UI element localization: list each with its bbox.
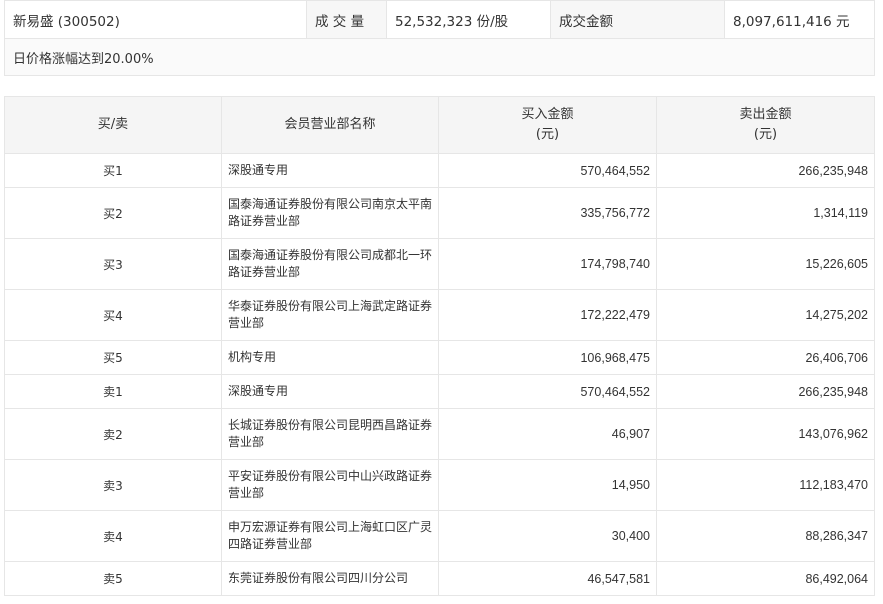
broker-name-cell: 国泰海通证券股份有限公司成都北一环路证券营业部 [221, 238, 439, 290]
broker-name-cell: 深股通专用 [221, 374, 439, 409]
broker-name-cell: 东莞证券股份有限公司四川分公司 [221, 561, 439, 596]
sell-amount-cell: 266,235,948 [656, 153, 875, 188]
broker-name-cell: 平安证券股份有限公司中山兴政路证券营业部 [221, 459, 439, 511]
sell-amount-header: 卖出金额 (元) [656, 96, 875, 154]
sell-amount-cell: 15,226,605 [656, 238, 875, 290]
table-row: 卖3 平安证券股份有限公司中山兴政路证券营业部 14,950 112,183,4… [4, 459, 875, 511]
table-row: 买2 国泰海通证券股份有限公司南京太平南路证券营业部 335,756,772 1… [4, 187, 875, 239]
table-row: 卖4 申万宏源证券有限公司上海虹口区广灵四路证券营业部 30,400 88,28… [4, 510, 875, 562]
summary-row: 新易盛 (300502) 成 交 量 52,532,323 份/股 成交金额 8… [4, 0, 875, 39]
side-cell: 买2 [4, 187, 222, 239]
side-cell: 买3 [4, 238, 222, 290]
sell-amount-header-unit: (元) [753, 127, 778, 142]
buy-amount-cell: 46,547,581 [438, 561, 657, 596]
traders-header-row: 买/卖 会员营业部名称 买入金额 (元) 卖出金额 (元) [4, 96, 875, 154]
volume-value: 52,532,323 份/股 [386, 0, 551, 39]
side-cell: 卖4 [4, 510, 222, 562]
side-header: 买/卖 [4, 96, 222, 154]
broker-name-cell: 长城证券股份有限公司昆明西昌路证券营业部 [221, 408, 439, 460]
side-cell: 卖1 [4, 374, 222, 409]
side-cell: 卖3 [4, 459, 222, 511]
buy-amount-cell: 335,756,772 [438, 187, 657, 239]
price-change-note: 日价格涨幅达到20.00% [4, 38, 875, 76]
broker-name-cell: 机构专用 [221, 340, 439, 375]
buy-amount-cell: 30,400 [438, 510, 657, 562]
buy-amount-header-unit: (元) [535, 127, 560, 142]
table-row: 买1 深股通专用 570,464,552 266,235,948 [4, 153, 875, 188]
stock-name: 新易盛 (300502) [4, 0, 307, 39]
side-cell: 买5 [4, 340, 222, 375]
sell-amount-cell: 112,183,470 [656, 459, 875, 511]
table-row: 卖5 东莞证券股份有限公司四川分公司 46,547,581 86,492,064 [4, 561, 875, 596]
sell-amount-header-label: 卖出金额 [739, 107, 792, 122]
broker-name-cell: 深股通专用 [221, 153, 439, 188]
stock-summary-table: 新易盛 (300502) 成 交 量 52,532,323 份/股 成交金额 8… [4, 0, 875, 76]
table-row: 买5 机构专用 106,968,475 26,406,706 [4, 340, 875, 375]
buy-amount-cell: 570,464,552 [438, 374, 657, 409]
buy-amount-cell: 14,950 [438, 459, 657, 511]
side-cell: 卖5 [4, 561, 222, 596]
side-cell: 买1 [4, 153, 222, 188]
table-row: 卖2 长城证券股份有限公司昆明西昌路证券营业部 46,907 143,076,9… [4, 408, 875, 460]
table-row: 卖1 深股通专用 570,464,552 266,235,948 [4, 374, 875, 409]
sell-amount-cell: 26,406,706 [656, 340, 875, 375]
broker-name-cell: 华泰证券股份有限公司上海武定路证券营业部 [221, 289, 439, 341]
buy-amount-cell: 172,222,479 [438, 289, 657, 341]
sell-amount-cell: 143,076,962 [656, 408, 875, 460]
sell-amount-cell: 266,235,948 [656, 374, 875, 409]
traders-table: 买/卖 会员营业部名称 买入金额 (元) 卖出金额 (元) 买1 深股通专用 5… [4, 96, 875, 596]
buy-amount-header: 买入金额 (元) [438, 96, 657, 154]
buy-amount-header-label: 买入金额 [521, 107, 574, 122]
buy-amount-cell: 46,907 [438, 408, 657, 460]
sell-amount-cell: 1,314,119 [656, 187, 875, 239]
buy-amount-cell: 106,968,475 [438, 340, 657, 375]
table-row: 买4 华泰证券股份有限公司上海武定路证券营业部 172,222,479 14,2… [4, 289, 875, 341]
amount-label: 成交金额 [550, 0, 725, 39]
broker-name-cell: 国泰海通证券股份有限公司南京太平南路证券营业部 [221, 187, 439, 239]
side-cell: 卖2 [4, 408, 222, 460]
note-row: 日价格涨幅达到20.00% [4, 38, 875, 76]
sell-amount-cell: 88,286,347 [656, 510, 875, 562]
buy-amount-cell: 174,798,740 [438, 238, 657, 290]
sell-amount-cell: 86,492,064 [656, 561, 875, 596]
name-header: 会员营业部名称 [221, 96, 439, 154]
broker-name-cell: 申万宏源证券有限公司上海虹口区广灵四路证券营业部 [221, 510, 439, 562]
amount-value: 8,097,611,416 元 [724, 0, 875, 39]
volume-label: 成 交 量 [306, 0, 387, 39]
buy-amount-cell: 570,464,552 [438, 153, 657, 188]
side-cell: 买4 [4, 289, 222, 341]
table-row: 买3 国泰海通证券股份有限公司成都北一环路证券营业部 174,798,740 1… [4, 238, 875, 290]
sell-amount-cell: 14,275,202 [656, 289, 875, 341]
